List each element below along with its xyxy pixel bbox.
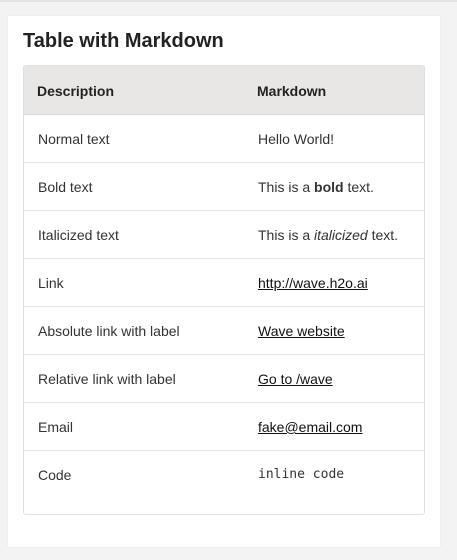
- markdown-table: Description Markdown Normal text Hello W…: [23, 65, 425, 515]
- markdown-cell: This is a italicized text.: [258, 211, 398, 258]
- italic-text: italicized: [314, 227, 368, 243]
- table-row: Relative link with label Go to /wave: [24, 355, 424, 403]
- top-border: [0, 0, 457, 2]
- bold-text: bold: [314, 179, 344, 195]
- column-header-description[interactable]: Description: [37, 66, 114, 114]
- table-row: Italicized text This is a italicized tex…: [24, 211, 424, 259]
- markdown-text: text.: [367, 227, 399, 243]
- table-card: Table with Markdown Description Markdown…: [8, 16, 440, 547]
- table-row: Normal text Hello World!: [24, 115, 424, 163]
- table-row: Email fake@email.com: [24, 403, 424, 451]
- description-cell: Italicized text: [38, 227, 119, 243]
- markdown-text: This is a: [258, 179, 315, 195]
- markdown-cell: This is a bold text.: [258, 163, 374, 210]
- table-row: Code inline code: [24, 451, 424, 498]
- markdown-cell: Hello World!: [258, 131, 334, 147]
- column-header-markdown[interactable]: Markdown: [257, 66, 326, 114]
- description-cell: Email: [38, 419, 74, 435]
- relative-wave-link[interactable]: Go to /wave: [258, 355, 333, 402]
- inline-code: inline code: [258, 467, 345, 482]
- table-row: Bold text This is a bold text.: [24, 163, 424, 211]
- markdown-text: This is a: [258, 227, 315, 243]
- url-link[interactable]: http://wave.h2o.ai: [258, 259, 368, 306]
- description-cell: Bold text: [38, 179, 93, 195]
- card-title: Table with Markdown: [23, 30, 224, 52]
- table-header-row: Description Markdown: [24, 66, 424, 115]
- description-cell: Code: [38, 467, 72, 483]
- description-cell: Normal text: [38, 131, 110, 147]
- wave-website-link[interactable]: Wave website: [258, 307, 345, 354]
- description-cell: Relative link with label: [38, 371, 176, 387]
- description-cell: Absolute link with label: [38, 323, 180, 339]
- markdown-text: text.: [343, 179, 374, 195]
- table-row: Link http://wave.h2o.ai: [24, 259, 424, 307]
- description-cell: Link: [38, 275, 64, 291]
- table-row: Absolute link with label Wave website: [24, 307, 424, 355]
- email-link[interactable]: fake@email.com: [258, 403, 362, 450]
